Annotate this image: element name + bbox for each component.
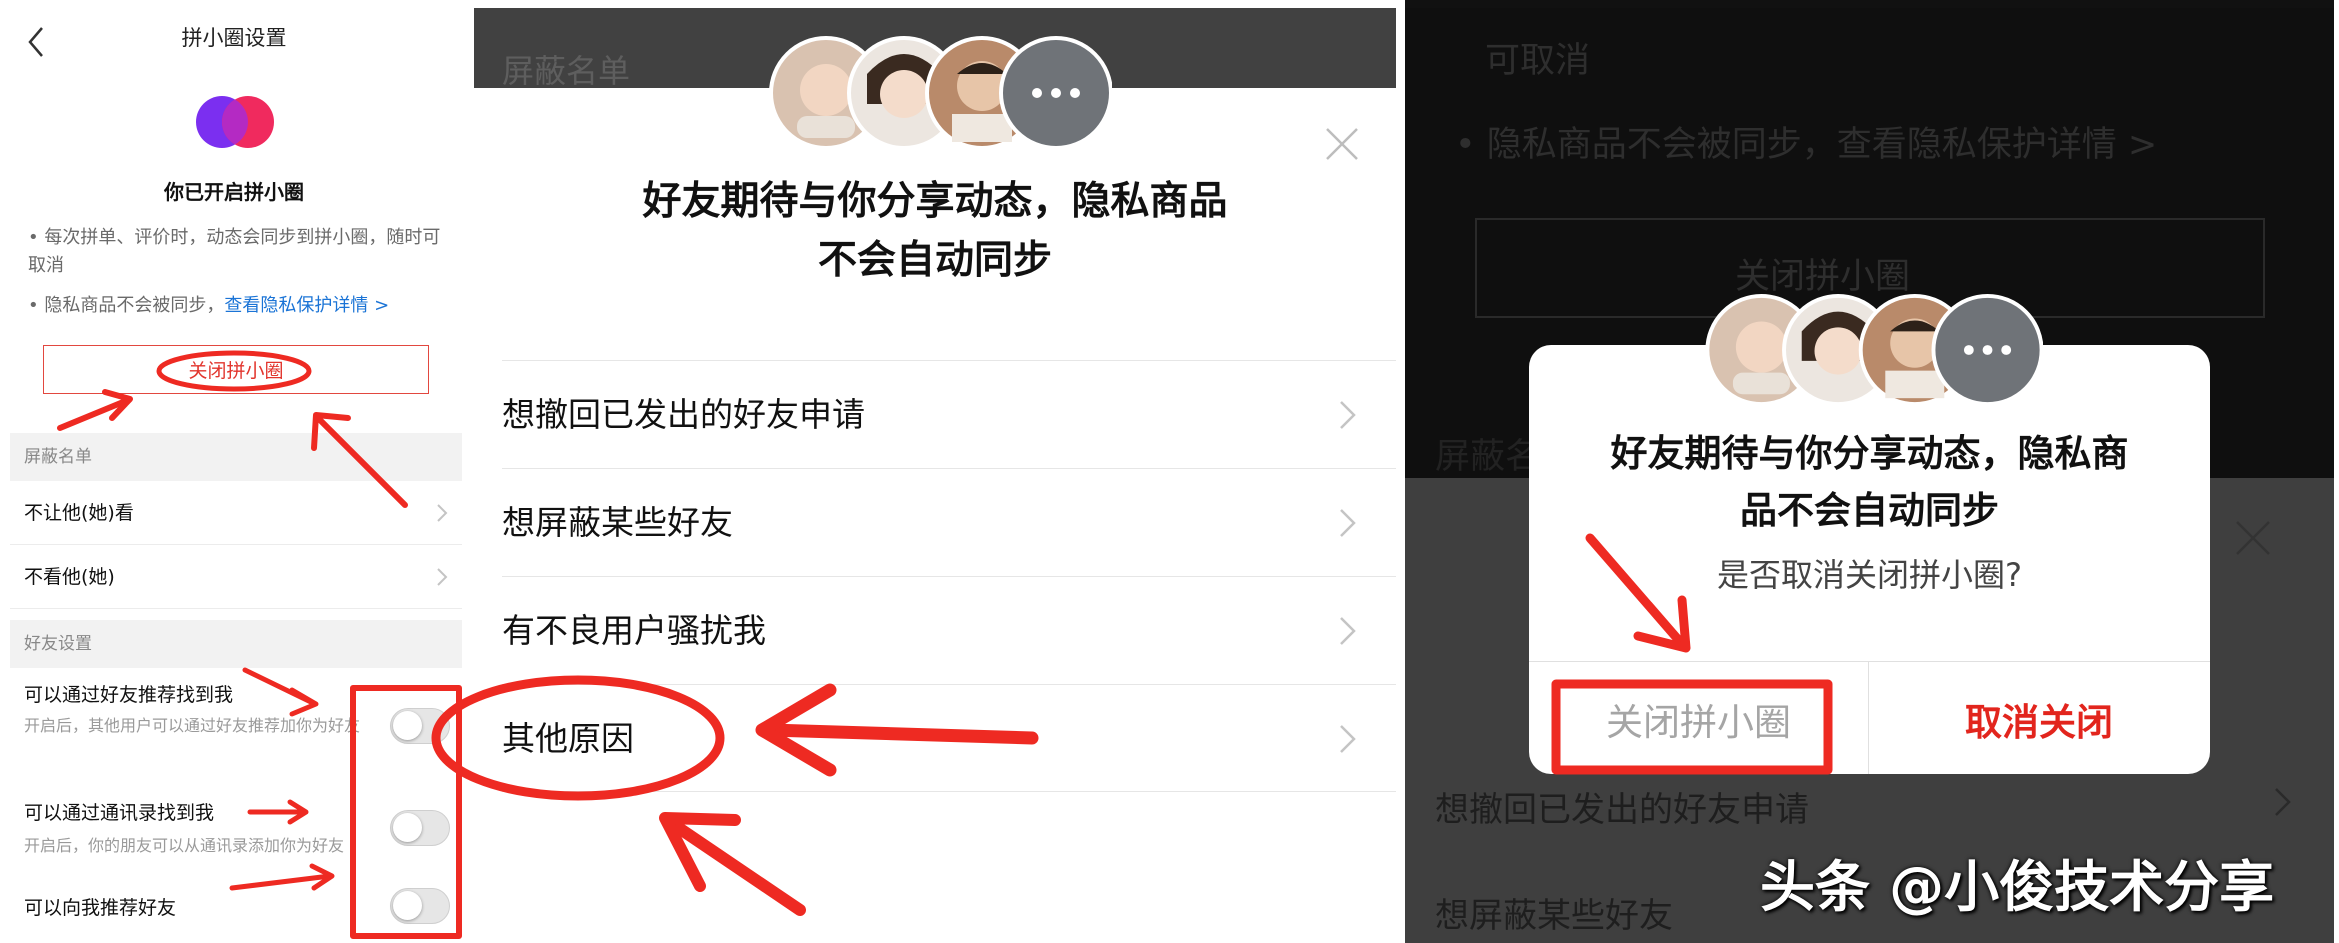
dialog-question: 是否取消关闭拼小圈? bbox=[1717, 556, 2022, 594]
chevron-right-icon bbox=[1340, 725, 1356, 753]
close-icon bbox=[2236, 521, 2270, 555]
cancel-close-button[interactable]: 取消关闭 bbox=[1869, 662, 2209, 774]
privacy-note: • 隐私商品不会被同步，查看隐私保护详情 > bbox=[28, 292, 448, 320]
reason-item[interactable]: 有不良用户骚扰我 bbox=[502, 576, 1396, 684]
confirm-dialog-screen: 可取消 • 隐私商品不会被同步，查看隐私保护详情 > 关闭拼小圈 屏蔽名单 好友… bbox=[1405, 0, 2334, 943]
reason-label: 想撤回已发出的好友申请 bbox=[502, 395, 865, 434]
dialog-buttons: 关闭拼小圈 取消关闭 bbox=[1529, 661, 2210, 774]
chevron-right-icon bbox=[1340, 617, 1356, 645]
privacy-note-text: • 隐私商品不会被同步， bbox=[28, 295, 225, 316]
watermark: 头条 @小俊技术分享 bbox=[1760, 855, 2275, 919]
close-icon[interactable] bbox=[1324, 126, 1360, 162]
sheet-heading-line2: 不会自动同步 bbox=[817, 238, 1052, 283]
reason-sheet-screen: 屏蔽名单 好友期待与你分享动态，隐私商品 不会自动同步 想撤回已发出的好友申请 … bbox=[474, 0, 1396, 943]
reason-label: 想屏蔽某些好友 bbox=[502, 503, 733, 542]
page-title: 拼小圈设置 bbox=[181, 26, 287, 50]
block-item-hide-their[interactable]: 不看他(她) bbox=[10, 545, 462, 609]
chevron-right-icon bbox=[1340, 401, 1356, 429]
reason-item[interactable]: 想撤回已发出的好友申请 bbox=[502, 360, 1396, 468]
block-item-label: 不让他(她)看 bbox=[24, 502, 134, 524]
status-heading: 你已开启拼小圈 bbox=[164, 180, 304, 204]
dialog-heading-line1: 好友期待与你分享动态，隐私商 bbox=[1610, 432, 2129, 475]
dialog-heading-line2: 品不会自动同步 bbox=[1740, 489, 1999, 532]
block-item-hide-from[interactable]: 不让他(她)看 bbox=[10, 481, 462, 545]
friend-setting-title: 可以向我推荐好友 bbox=[24, 897, 177, 919]
background-list-item: 想撤回已发出的好友申请 bbox=[1435, 790, 1809, 830]
sheet-heading: 好友期待与你分享动态，隐私商品 不会自动同步 bbox=[474, 172, 1396, 290]
reason-item-other[interactable]: 其他原因 bbox=[502, 684, 1396, 792]
friend-avatars bbox=[1705, 293, 2043, 407]
block-item-label: 不看他(她) bbox=[24, 566, 115, 588]
toggle-knob bbox=[393, 891, 422, 920]
background-list-item: 想屏蔽某些好友 bbox=[1435, 896, 1673, 936]
toggle-knob bbox=[393, 813, 422, 842]
settings-screen: 拼小圈设置 你已开启拼小圈 • 每次拼单、评价时，动态会同步到拼小圈，随时可取消… bbox=[0, 0, 468, 943]
more-avatars-icon bbox=[999, 36, 1112, 150]
reason-label: 其他原因 bbox=[502, 719, 634, 758]
close-pinxiaoquan-button[interactable]: 关闭拼小圈 bbox=[43, 345, 429, 394]
privacy-details-link[interactable]: 查看隐私保护详情 > bbox=[224, 295, 389, 316]
reason-label: 有不良用户骚扰我 bbox=[502, 611, 766, 650]
background-text: 可取消 bbox=[1485, 41, 1591, 81]
sync-note: • 每次拼单、评价时，动态会同步到拼小圈，随时可取消 bbox=[28, 227, 441, 276]
reason-item[interactable]: 想屏蔽某些好友 bbox=[502, 468, 1396, 576]
chevron-right-icon bbox=[437, 504, 448, 522]
friend-settings-section-header: 好友设置 bbox=[10, 620, 462, 668]
toggle-find-via-contacts[interactable] bbox=[390, 810, 450, 846]
toggle-knob bbox=[393, 711, 422, 740]
background-text: • 隐私商品不会被同步，查看隐私保护详情 > bbox=[1455, 125, 2158, 165]
toggle-find-via-recommend[interactable] bbox=[390, 708, 450, 744]
friend-setting-desc: 开启后，你的朋友可以从通讯录添加你为好友 bbox=[24, 836, 345, 855]
sheet-heading-line1: 好友期待与你分享动态，隐私商品 bbox=[642, 179, 1228, 224]
more-avatars-icon bbox=[1931, 293, 2043, 407]
friend-setting-title: 可以通过好友推荐找到我 bbox=[24, 684, 234, 706]
dialog-heading: 好友期待与你分享动态，隐私商 品不会自动同步 bbox=[1529, 425, 2210, 539]
chevron-right-icon bbox=[437, 568, 448, 586]
block-list-section-header: 屏蔽名单 bbox=[10, 433, 462, 481]
toggle-recommend-friends[interactable] bbox=[390, 888, 450, 924]
confirm-close-button[interactable]: 关闭拼小圈 bbox=[1529, 662, 1869, 774]
pinxiaoquan-logo-icon bbox=[196, 96, 274, 148]
friend-avatars bbox=[769, 36, 1112, 150]
chevron-right-icon bbox=[1340, 509, 1356, 537]
chevron-right-icon bbox=[2275, 788, 2291, 816]
friend-setting-desc: 开启后，其他用户可以通过好友推荐加你为好友 bbox=[24, 716, 361, 735]
friend-setting-title: 可以通过通讯录找到我 bbox=[24, 802, 215, 824]
confirm-dialog: 好友期待与你分享动态，隐私商 品不会自动同步 是否取消关闭拼小圈? 关闭拼小圈 … bbox=[1529, 345, 2210, 774]
background-title: 屏蔽名单 bbox=[502, 52, 631, 90]
